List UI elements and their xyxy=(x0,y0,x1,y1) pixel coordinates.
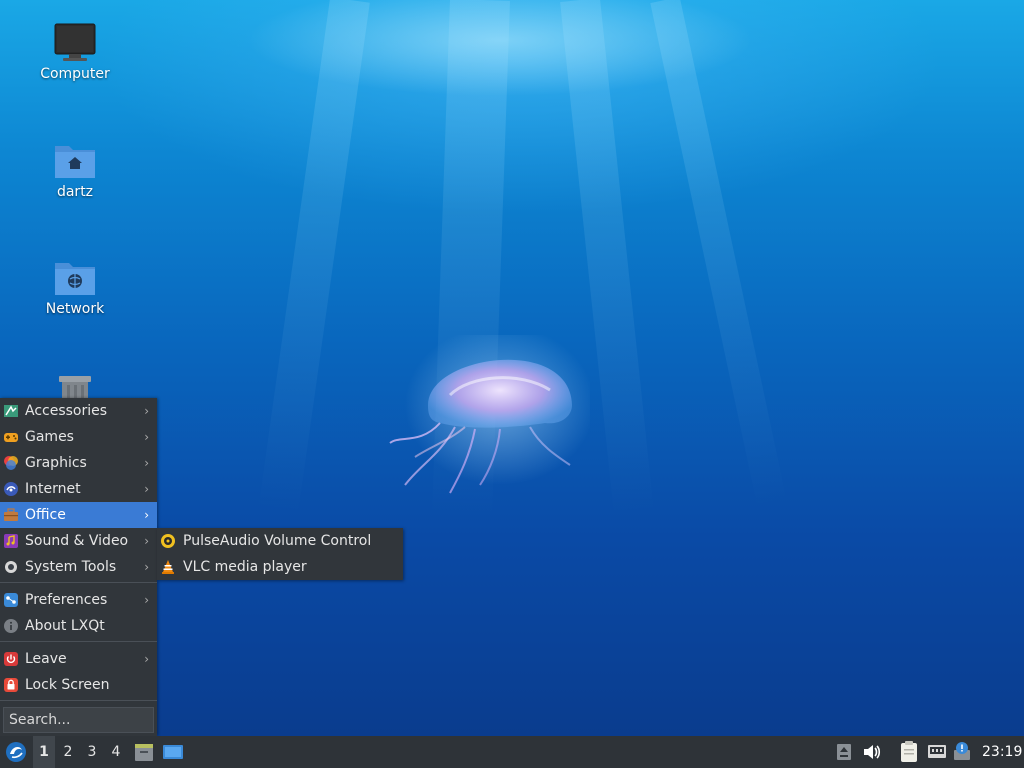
office-submenu: PulseAudio Volume Control VLC media play… xyxy=(157,528,403,580)
menu-item-label: Graphics xyxy=(25,455,87,471)
taskbar: 1 2 3 4 23:19 xyxy=(0,736,1024,768)
info-icon xyxy=(4,619,18,633)
clipboard-button[interactable] xyxy=(898,736,920,768)
menu-item-sound-video[interactable]: Sound & Video › xyxy=(0,528,157,554)
light-ray xyxy=(650,0,788,512)
network-wired-icon xyxy=(928,745,946,758)
light-ray xyxy=(257,0,370,518)
menu-item-lock-screen[interactable]: Lock Screen xyxy=(0,672,157,698)
menu-item-graphics[interactable]: Graphics › xyxy=(0,450,157,476)
tray-expand-icon xyxy=(837,744,851,760)
update-notifier-icon xyxy=(954,742,970,760)
chevron-right-icon: › xyxy=(144,430,149,444)
lxqt-logo-icon xyxy=(6,742,26,762)
desktop-icon-computer[interactable]: Computer xyxy=(20,22,130,82)
menu-item-label: Sound & Video xyxy=(25,533,129,549)
menu-item-label: Games xyxy=(25,429,74,445)
menu-search-input[interactable] xyxy=(3,707,154,733)
network-folder-icon xyxy=(53,257,97,297)
menu-separator xyxy=(0,641,157,642)
menu-item-accessories[interactable]: Accessories › xyxy=(0,398,157,424)
menu-separator xyxy=(0,700,157,701)
menu-item-system-tools[interactable]: System Tools › xyxy=(0,554,157,580)
chevron-right-icon: › xyxy=(144,508,149,522)
monitor-icon xyxy=(53,22,97,62)
menu-item-label: System Tools xyxy=(25,559,117,575)
pulseaudio-icon xyxy=(161,534,175,548)
home-folder-icon xyxy=(53,140,97,180)
desktop-icon-home[interactable]: dartz xyxy=(20,140,130,200)
menu-item-leave[interactable]: Leave › xyxy=(0,646,157,672)
menu-item-label: Leave xyxy=(25,651,67,667)
workspace-1-button[interactable]: 1 xyxy=(33,736,55,768)
menu-item-preferences[interactable]: Preferences › xyxy=(0,587,157,613)
vlc-icon xyxy=(162,560,174,574)
menu-item-label: Office xyxy=(25,507,66,523)
accessories-icon xyxy=(4,405,18,417)
chevron-right-icon: › xyxy=(144,560,149,574)
menu-item-games[interactable]: Games › xyxy=(0,424,157,450)
system-tools-icon xyxy=(5,561,17,573)
show-desktop-button[interactable] xyxy=(161,736,185,768)
chevron-right-icon: › xyxy=(144,652,149,666)
desktop-icon-label: dartz xyxy=(56,184,94,200)
show-desktop-icon xyxy=(163,745,183,759)
games-icon xyxy=(4,433,18,442)
menu-item-label: About LXQt xyxy=(25,618,105,634)
clipboard-icon xyxy=(901,741,917,762)
menu-item-label: Internet xyxy=(25,481,81,497)
network-button[interactable] xyxy=(926,736,948,768)
start-menu-button[interactable] xyxy=(4,736,28,768)
clock[interactable]: 23:19 xyxy=(982,736,1022,768)
preferences-icon xyxy=(4,593,18,607)
graphics-icon xyxy=(4,456,18,470)
menu-item-about[interactable]: About LXQt xyxy=(0,613,157,639)
chevron-right-icon: › xyxy=(144,593,149,607)
desktop-icon-label: Computer xyxy=(40,66,110,82)
desktop-icon-label: Network xyxy=(45,301,105,317)
submenu-item-label: PulseAudio Volume Control xyxy=(183,533,372,549)
submenu-item-label: VLC media player xyxy=(183,559,307,575)
chevron-right-icon: › xyxy=(144,404,149,418)
application-menu: Accessories › Games › Graphics › Interne… xyxy=(0,398,157,736)
workspace-4-button[interactable]: 4 xyxy=(105,736,127,768)
tray-expand-button[interactable] xyxy=(834,736,854,768)
desktop: Computer dartz Network Accessories › Gam… xyxy=(0,0,1024,768)
chevron-right-icon: › xyxy=(144,482,149,496)
menu-item-label: Accessories xyxy=(25,403,108,419)
submenu-item-pulseaudio[interactable]: PulseAudio Volume Control xyxy=(157,528,403,554)
file-manager-launcher[interactable] xyxy=(133,736,155,768)
update-notifier-button[interactable] xyxy=(952,736,974,768)
menu-item-internet[interactable]: Internet › xyxy=(0,476,157,502)
volume-button[interactable] xyxy=(861,736,883,768)
desktop-icon-network[interactable]: Network xyxy=(20,257,130,317)
file-manager-icon xyxy=(135,744,153,761)
menu-item-label: Preferences xyxy=(25,592,108,608)
chevron-right-icon: › xyxy=(144,456,149,470)
menu-separator xyxy=(0,582,157,583)
volume-icon xyxy=(864,745,881,759)
internet-icon xyxy=(4,482,18,496)
sound-video-icon xyxy=(4,534,18,548)
jellyfish-wallpaper-image xyxy=(389,335,590,494)
office-icon xyxy=(4,508,18,521)
workspace-3-button[interactable]: 3 xyxy=(81,736,103,768)
menu-item-label: Lock Screen xyxy=(25,677,110,693)
lock-icon xyxy=(4,678,18,692)
submenu-item-vlc[interactable]: VLC media player xyxy=(157,554,403,580)
power-icon xyxy=(4,652,18,666)
chevron-right-icon: › xyxy=(144,534,149,548)
workspace-2-button[interactable]: 2 xyxy=(57,736,79,768)
menu-item-office[interactable]: Office › xyxy=(0,502,157,528)
